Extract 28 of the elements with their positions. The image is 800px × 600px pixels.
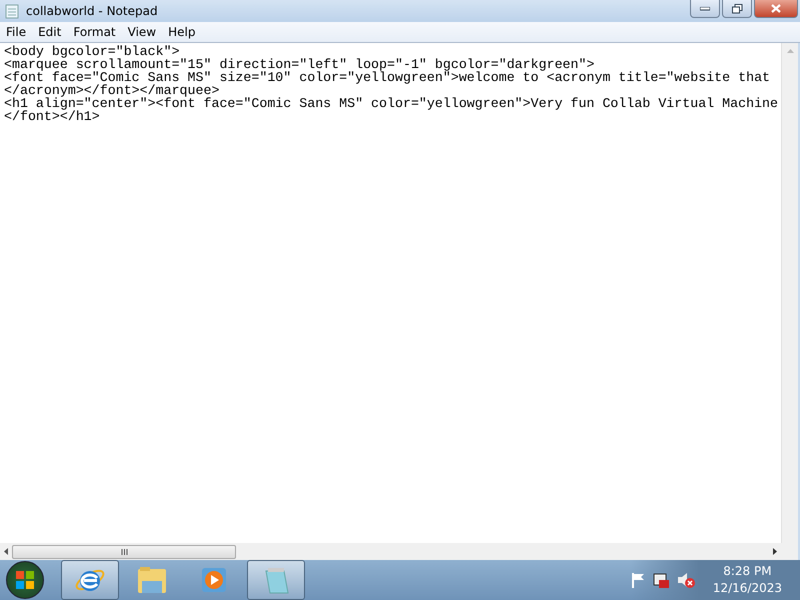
scroll-right-icon[interactable] [773,548,777,555]
close-button[interactable] [754,0,798,18]
folder-icon [136,565,168,595]
menu-item[interactable]: View [122,25,162,39]
restore-icon [732,4,742,14]
taskbar-button[interactable] [247,560,305,600]
close-icon [771,4,781,13]
taskbar-button[interactable] [61,560,119,600]
notepad-icon [4,3,20,19]
scroll-left-icon[interactable] [4,548,8,555]
menu-item[interactable]: Edit [32,25,68,39]
windows-logo-icon [15,570,35,590]
scrollbar-thumb[interactable] [12,544,236,558]
restore-button[interactable] [722,0,752,18]
clock-date: 12/16/2023 [712,580,782,597]
minimize-icon [700,6,710,10]
network-error-icon[interactable] [652,572,669,588]
menu-item[interactable]: Format [67,25,122,39]
clock-time: 8:28 PM [723,563,772,580]
menu-item[interactable]: Help [162,25,202,39]
grip-icon [120,548,128,554]
flag-icon[interactable] [630,572,645,588]
play-icon [201,567,227,593]
speaker-muted-icon[interactable] [676,572,695,588]
minimize-button[interactable] [690,0,720,18]
window-title: collabworld - Notepad [26,4,158,18]
menu-item[interactable]: File [0,25,32,39]
start-button[interactable] [6,561,44,599]
